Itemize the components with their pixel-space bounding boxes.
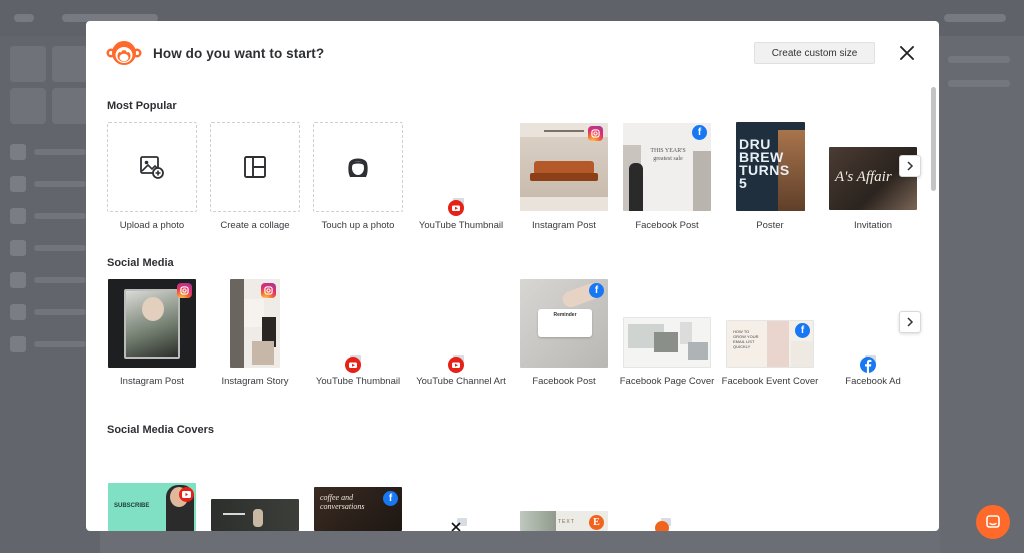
template-cover[interactable]: TEXT E [519, 511, 609, 531]
youtube-thumbnail-tile[interactable] [416, 122, 506, 216]
facebook-post-text: Reminder [553, 312, 577, 318]
background-action-bar [944, 14, 1006, 22]
facebook-post-text: THIS YEAR'S greatest sale [650, 148, 686, 162]
cover-text: coffee and conversations [320, 493, 365, 511]
template-cover[interactable]: coffee and conversations f [313, 487, 403, 531]
chat-icon [986, 515, 1000, 528]
background-bar [948, 56, 1010, 63]
scrollbar-thumb[interactable] [931, 87, 936, 191]
facebook-event-cover-text: HOW TO GROW YOUR EMAIL LIST QUICKLY [733, 329, 759, 349]
x-icon [451, 518, 467, 531]
poster-tile[interactable]: DRU BREW TURNS 5 [725, 122, 815, 212]
template-label: YouTube Thumbnail [315, 376, 401, 387]
background-tile [10, 46, 46, 82]
template-label: Poster [756, 220, 784, 231]
template-cover[interactable] [622, 518, 712, 531]
template-label: Facebook Page Cover [619, 376, 715, 387]
chevron-right-icon [907, 161, 914, 171]
youtube-icon [448, 355, 464, 373]
template-label: Instagram Post [120, 376, 184, 387]
instagram-icon [177, 283, 192, 298]
scroll-right-popular-button[interactable] [899, 155, 921, 177]
section-title-social-media: Social Media [107, 257, 174, 269]
template-label: YouTube Thumbnail [418, 220, 504, 231]
template-label: YouTube Channel Art [416, 376, 506, 387]
background-sidebar [0, 36, 100, 553]
template-label: Create a collage [220, 220, 290, 231]
poster-preview: DRU BREW TURNS 5 [736, 122, 805, 211]
facebook-icon [860, 355, 876, 373]
template-cover[interactable] [416, 518, 506, 531]
template-label: Facebook Ad [845, 376, 901, 387]
scroll-right-social-button[interactable] [899, 311, 921, 333]
youtube-channel-art-tile[interactable] [416, 279, 506, 373]
cover-text: SUBSCRIBE [114, 503, 150, 509]
facebook-icon: f [383, 491, 398, 506]
close-icon [900, 46, 914, 60]
collage-tile[interactable] [210, 122, 300, 212]
background-row [10, 304, 88, 320]
close-button[interactable] [897, 43, 917, 63]
instagram-icon [588, 126, 603, 141]
background-bar [948, 80, 1010, 87]
template-label: Instagram Story [221, 376, 289, 387]
background-menu-bar [14, 14, 34, 22]
background-row [10, 336, 88, 352]
etsy-icon: E [589, 515, 604, 530]
chat-button[interactable] [976, 505, 1010, 539]
facebook-icon: f [589, 283, 604, 298]
instagram-post-tile[interactable] [519, 122, 609, 212]
cover-text: TEXT [558, 519, 575, 525]
background-tile [52, 88, 88, 124]
facebook-event-cover-tile[interactable]: HOW TO GROW YOUR EMAIL LIST QUICKLY f [725, 279, 815, 369]
background-row [10, 144, 88, 160]
template-label: Instagram Post [532, 220, 596, 231]
monkey-logo-icon [106, 41, 142, 65]
background-tile [10, 88, 46, 124]
instagram-story-tile[interactable] [210, 279, 300, 369]
face-icon [348, 158, 368, 177]
touch-up-tile[interactable] [313, 122, 403, 212]
instagram-icon [261, 283, 276, 298]
dialog-title: How do you want to start? [153, 46, 325, 61]
template-cover[interactable] [210, 499, 300, 531]
dialog-header: How do you want to start? Create custom … [86, 21, 939, 87]
instagram-post-tile[interactable] [107, 279, 197, 369]
template-label: Facebook Post [532, 376, 596, 387]
template-label: Invitation [853, 220, 893, 231]
facebook-icon: f [692, 125, 707, 140]
background-row [10, 176, 88, 192]
facebook-page-cover-tile[interactable] [622, 279, 712, 369]
etsy-icon [655, 518, 671, 531]
template-label: Upload a photo [119, 220, 185, 231]
youtube-icon [179, 487, 194, 502]
facebook-page-cover-preview [623, 317, 711, 368]
youtube-icon [448, 198, 464, 216]
background-row [10, 272, 88, 288]
facebook-post-tile[interactable]: Reminder f [519, 279, 609, 369]
section-title-most-popular: Most Popular [107, 100, 177, 112]
chevron-right-icon [907, 317, 914, 327]
facebook-post-tile[interactable]: THIS YEAR'S greatest sale f [622, 122, 712, 212]
poster-text: DRU BREW TURNS 5 [739, 136, 790, 191]
background-right-panel [940, 36, 1024, 553]
section-title-social-media-covers: Social Media Covers [107, 424, 214, 436]
create-custom-size-button[interactable]: Create custom size [754, 42, 875, 64]
background-row [10, 240, 88, 256]
template-cover[interactable]: SUBSCRIBE [107, 483, 197, 531]
cover-preview [211, 499, 299, 531]
background-row [10, 208, 88, 224]
start-dialog: How do you want to start? Create custom … [86, 21, 939, 531]
upload-photo-tile[interactable] [107, 122, 197, 212]
facebook-icon: f [795, 323, 810, 338]
background-tile [52, 46, 88, 82]
template-label: Touch up a photo [321, 220, 395, 231]
template-label: Facebook Event Cover [721, 376, 819, 387]
youtube-thumbnail-tile[interactable] [313, 279, 403, 373]
collage-icon [244, 156, 266, 178]
youtube-icon [345, 355, 361, 373]
template-label: Facebook Post [635, 220, 699, 231]
upload-photo-icon [140, 156, 164, 179]
